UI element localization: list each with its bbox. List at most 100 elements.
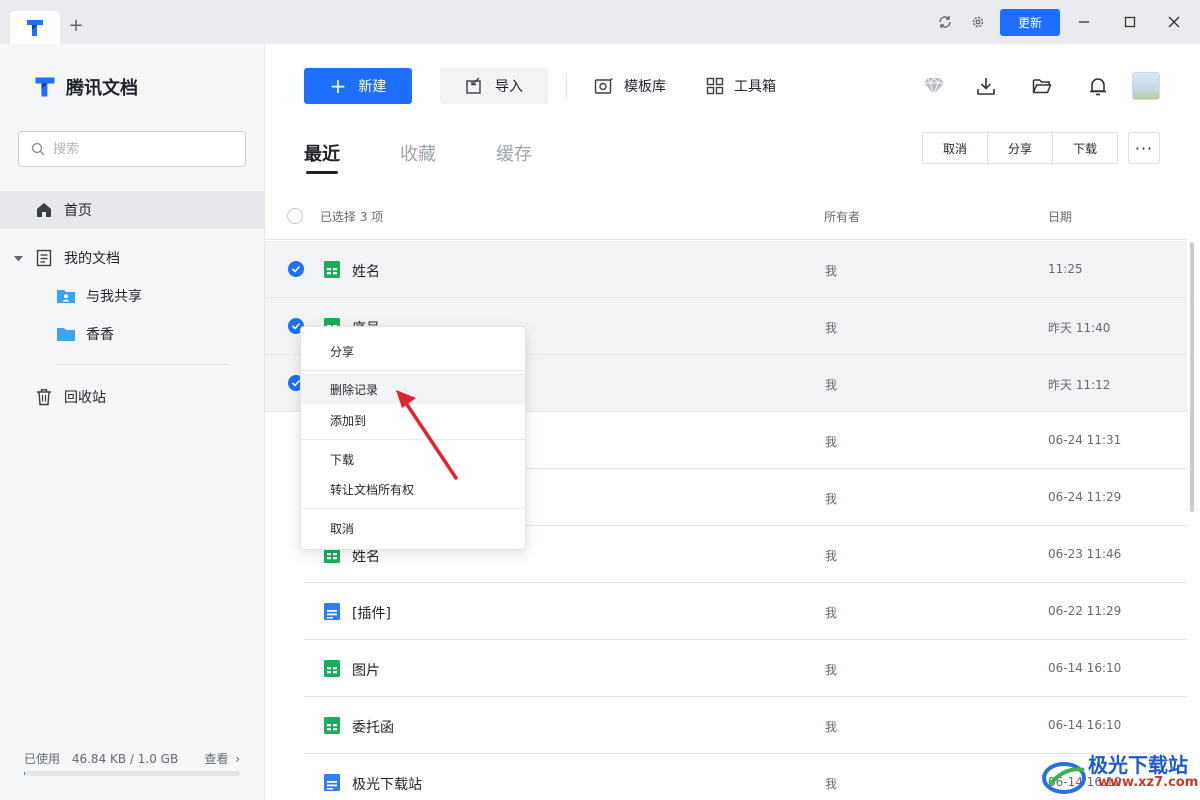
- menu-item-cancel[interactable]: 取消: [301, 513, 525, 543]
- trash-icon: [34, 387, 54, 407]
- sidebar: 腾讯文档 首页 我的文档 与我共享 香香 回收站 已使用: [0, 44, 265, 800]
- table-row[interactable]: 图片 我 06-14 16:10: [265, 640, 1187, 697]
- settings-gear-icon[interactable]: [969, 13, 987, 31]
- search-box[interactable]: [18, 131, 246, 167]
- avatar[interactable]: [1132, 72, 1160, 100]
- column-owner: 所有者: [824, 210, 861, 224]
- menu-item-download[interactable]: 下载: [301, 444, 525, 474]
- file-owner: 我: [825, 549, 838, 563]
- storage-usage: 46.84 KB / 1.0 GB: [71, 752, 179, 766]
- grid-icon: [706, 77, 724, 95]
- diamond-icon[interactable]: [922, 74, 946, 98]
- menu-item-delete-record[interactable]: 删除记录: [301, 374, 525, 404]
- row-checkbox[interactable]: [288, 261, 304, 277]
- file-date: 06-22 11:29: [1048, 604, 1122, 618]
- brand-name: 腾讯文档: [66, 78, 138, 99]
- file-date: 06-24 11:31: [1048, 433, 1122, 447]
- file-owner: 我: [825, 663, 838, 677]
- tab-recent[interactable]: 最近: [304, 140, 340, 166]
- expand-triangle-icon[interactable]: [14, 254, 26, 263]
- import-button-label: 导入: [495, 79, 523, 95]
- tab-favorites[interactable]: 收藏: [400, 140, 436, 166]
- update-button[interactable]: 更新: [1000, 9, 1060, 36]
- templates-button[interactable]: 模板库: [594, 68, 666, 104]
- sidebar-item-label: 我的文档: [64, 251, 120, 267]
- storage-info: 已使用 46.84 KB / 1.0 GB 查看 ›: [24, 750, 240, 767]
- sidebar-divider: [56, 364, 228, 365]
- menu-item-share[interactable]: 分享: [301, 336, 525, 366]
- file-name[interactable]: 图片: [352, 660, 380, 680]
- menu-divider: [301, 508, 525, 509]
- select-all-checkbox[interactable]: [287, 208, 303, 224]
- scrollbar[interactable]: [1190, 242, 1194, 512]
- watermark-site-name: 极光下载站: [1088, 753, 1188, 777]
- storage-progress-fill: [24, 771, 26, 776]
- file-owner: 我: [825, 378, 838, 392]
- table-row[interactable]: 姓名 我 11:25: [265, 241, 1187, 298]
- sheet-file-icon: [324, 261, 340, 278]
- new-button[interactable]: + 新建: [304, 68, 412, 104]
- plus-icon: +: [329, 74, 347, 98]
- sync-icon[interactable]: [936, 13, 954, 31]
- tencent-docs-logo-icon: [35, 77, 55, 97]
- templates-label: 模板库: [624, 79, 666, 95]
- file-name[interactable]: 姓名: [352, 261, 380, 281]
- sidebar-item-label: 回收站: [64, 390, 106, 406]
- search-input[interactable]: [53, 141, 223, 157]
- active-tab-indicator: [306, 171, 338, 174]
- search-icon: [31, 142, 45, 156]
- selected-count: 已选择 3 项: [320, 210, 384, 224]
- storage-used-label: 已使用: [24, 752, 61, 766]
- import-button[interactable]: 导入: [440, 68, 548, 104]
- sidebar-item-home[interactable]: 首页: [0, 191, 264, 229]
- file-owner: 我: [825, 606, 838, 620]
- menu-item-transfer-ownership[interactable]: 转让文档所有权: [301, 474, 525, 504]
- sidebar-item-recycle-bin[interactable]: 回收站: [0, 378, 264, 416]
- file-date: 11:25: [1048, 262, 1083, 276]
- toolbox-button[interactable]: 工具箱: [706, 68, 776, 104]
- minimize-icon[interactable]: [1074, 12, 1094, 32]
- file-date: 06-23 11:46: [1048, 547, 1122, 561]
- bell-icon[interactable]: [1086, 74, 1110, 98]
- template-icon: [594, 77, 614, 95]
- share-button[interactable]: 分享: [988, 133, 1053, 163]
- app-tab[interactable]: [10, 11, 60, 44]
- storage-view-link[interactable]: 查看 ›: [204, 750, 240, 767]
- table-row[interactable]: [插件] 我 06-22 11:29: [265, 583, 1187, 640]
- context-menu: 分享 删除记录 添加到 下载 转让文档所有权 取消: [300, 326, 526, 550]
- sidebar-item-shared-with-me[interactable]: 与我共享: [56, 279, 142, 313]
- sidebar-item-folder-xiangxiang[interactable]: 香香: [56, 317, 114, 351]
- import-icon: [466, 77, 481, 94]
- folder-icon: [57, 328, 75, 341]
- file-name[interactable]: 委托函: [352, 717, 394, 737]
- add-tab-button[interactable]: +: [66, 16, 86, 36]
- sheet-file-icon: [324, 717, 340, 734]
- file-owner: 我: [825, 435, 838, 449]
- brand[interactable]: 腾讯文档: [32, 74, 138, 100]
- file-date: 06-14 16:10: [1048, 661, 1122, 675]
- sidebar-item-my-docs[interactable]: 我的文档: [0, 239, 264, 277]
- doc-file-icon: [324, 774, 340, 791]
- file-name[interactable]: 极光下载站: [352, 774, 422, 794]
- more-options-button[interactable]: ···: [1128, 132, 1160, 164]
- close-icon[interactable]: [1164, 12, 1184, 32]
- list-header: 已选择 3 项 所有者 日期: [265, 192, 1187, 240]
- file-date: 06-14 16:10: [1048, 718, 1122, 732]
- selection-actions: 取消 分享 下载: [922, 132, 1118, 164]
- maximize-icon[interactable]: [1120, 12, 1140, 32]
- toolbox-label: 工具箱: [734, 79, 776, 95]
- cancel-button[interactable]: 取消: [923, 133, 988, 163]
- download-icon[interactable]: [974, 74, 998, 98]
- watermark-url: www.xz7.com: [1098, 775, 1199, 790]
- download-button[interactable]: 下载: [1053, 133, 1117, 163]
- menu-divider: [301, 370, 525, 371]
- menu-item-add-to[interactable]: 添加到: [301, 405, 525, 435]
- document-icon: [34, 248, 54, 268]
- chevron-right-icon: ›: [235, 752, 240, 766]
- tab-cache[interactable]: 缓存: [496, 140, 532, 166]
- file-name[interactable]: [插件]: [352, 603, 391, 623]
- table-row[interactable]: 委托函 我 06-14 16:10: [265, 697, 1187, 754]
- folder-open-icon[interactable]: [1030, 74, 1054, 98]
- tencent-docs-logo-icon: [27, 19, 43, 36]
- file-owner: 我: [825, 264, 838, 278]
